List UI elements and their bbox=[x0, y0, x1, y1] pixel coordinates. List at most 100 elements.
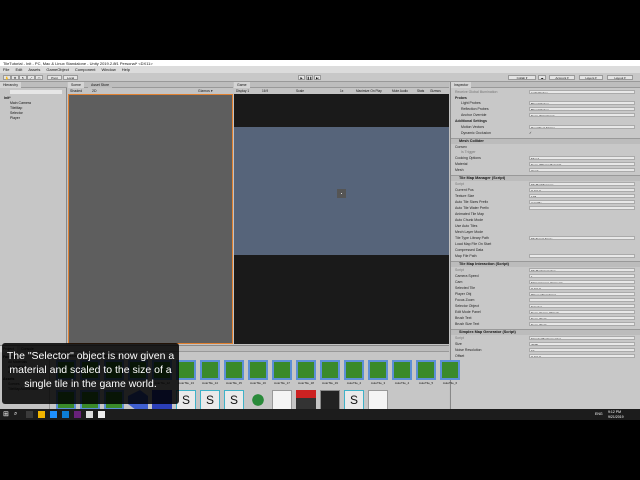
insp-value-dynamic-occlusion[interactable]: ✓ bbox=[529, 131, 532, 135]
2d-toggle[interactable]: 2D bbox=[92, 89, 96, 93]
mesh-collider-header[interactable]: Mesh Collider bbox=[451, 138, 640, 144]
asset-item[interactable]: AutoTile_18 bbox=[295, 360, 317, 386]
menu-help[interactable]: Help bbox=[122, 67, 130, 72]
tmi-value-cam[interactable]: Main Camera (Camera) bbox=[529, 280, 635, 284]
game-viewport[interactable] bbox=[234, 127, 449, 255]
simplex-map-generator-header[interactable]: Simplex Map Generator (Script) bbox=[451, 329, 640, 335]
hierarchy-item-main-camera[interactable]: Main Camera bbox=[10, 101, 31, 105]
tmi-value-selector-object[interactable]: Selector bbox=[529, 304, 635, 308]
asset-item[interactable]: AutoTile_3 bbox=[367, 360, 389, 386]
move-tool-button[interactable]: ✥ bbox=[11, 75, 19, 80]
tmi-value-brush-size-text[interactable]: None (Text) bbox=[529, 322, 635, 326]
cloud-icon[interactable]: ☁ bbox=[538, 75, 546, 80]
insp-value-light-probes[interactable]: Blend Probes bbox=[529, 101, 635, 105]
tmi-value-focus-zoom[interactable] bbox=[529, 298, 635, 302]
hierarchy-search-input[interactable] bbox=[10, 90, 62, 94]
tile-map-interaction-header[interactable]: Tile Map Interaction (Script) bbox=[451, 261, 640, 267]
tmm-label-auto-chunk-mode: Auto Chunk Mode bbox=[455, 218, 484, 222]
shading-mode-dropdown[interactable]: Shaded bbox=[70, 89, 82, 93]
edge-icon[interactable] bbox=[50, 411, 57, 418]
maximize-on-play-toggle[interactable]: Maximize On Play bbox=[356, 89, 382, 93]
tmi-value-edit-mode-panel[interactable]: None (Game Object) bbox=[529, 310, 635, 314]
display-dropdown[interactable]: Display 1 bbox=[236, 89, 249, 93]
menu-assets[interactable]: Assets bbox=[28, 67, 40, 72]
asset-item[interactable]: AutoTile_6 bbox=[439, 360, 461, 386]
insp-value-reflection-probes[interactable]: Blend Probes bbox=[529, 107, 635, 111]
asset-item[interactable]: AutoTile_15 bbox=[223, 360, 245, 386]
unity-hub-icon[interactable] bbox=[86, 411, 93, 418]
insp-section-additional-settings[interactable]: Additional Settings bbox=[455, 119, 487, 123]
rotate-tool-button[interactable]: ↻ bbox=[19, 75, 27, 80]
asset-item[interactable]: AutoTile_5 bbox=[415, 360, 437, 386]
hand-tool-button[interactable]: ✋ bbox=[3, 75, 11, 80]
mc-value-mesh[interactable]: Quad bbox=[529, 168, 635, 172]
mail-icon[interactable] bbox=[62, 411, 69, 418]
layout-dropdown[interactable]: Layout ▾ bbox=[607, 75, 633, 80]
insp-value-motion-vectors[interactable]: Per Object Motion bbox=[529, 125, 635, 129]
search-icon[interactable]: ⌕ bbox=[14, 411, 21, 418]
tab-inspector[interactable]: Inspector bbox=[451, 82, 472, 88]
tmi-value-player-obj[interactable]: Player (Transform) bbox=[529, 292, 635, 296]
tab-hierarchy[interactable]: Hierarchy bbox=[0, 82, 21, 88]
aspect-dropdown[interactable]: 16:9 bbox=[262, 89, 268, 93]
game-gizmos-toggle[interactable]: Gizmos bbox=[430, 89, 441, 93]
asset-item[interactable]: AutoTile_19 bbox=[319, 360, 341, 386]
step-button[interactable]: ▶| bbox=[314, 75, 321, 80]
menu-window[interactable]: Window bbox=[102, 67, 116, 72]
mc-value-cooking-options[interactable]: Mixed... bbox=[529, 156, 635, 160]
hierarchy-item-player[interactable]: Player bbox=[10, 116, 20, 120]
tmm-value-auto-tile-water-prefix[interactable] bbox=[529, 206, 635, 210]
windows-start-icon[interactable]: ⊞ bbox=[3, 411, 10, 418]
file-explorer-icon[interactable] bbox=[38, 411, 45, 418]
account-dropdown[interactable]: Account ▾ bbox=[549, 75, 575, 80]
menu-edit[interactable]: Edit bbox=[15, 67, 22, 72]
stats-toggle[interactable]: Stats bbox=[417, 89, 424, 93]
asset-item[interactable]: AutoTile_17 bbox=[271, 360, 293, 386]
rect-tool-button[interactable]: ▭ bbox=[35, 75, 43, 80]
tmi-value-camera-speed[interactable]: 1 bbox=[529, 274, 635, 278]
hierarchy-item-tilemap[interactable]: TileMap bbox=[10, 106, 22, 110]
tmm-label-script: Script bbox=[455, 182, 464, 186]
asset-item[interactable]: AutoTile_16 bbox=[247, 360, 269, 386]
mute-audio-toggle[interactable]: Mute Audio bbox=[392, 89, 408, 93]
layers-dropdown[interactable]: Layers ▾ bbox=[579, 75, 603, 80]
asset-item[interactable]: AutoTile_14 bbox=[199, 360, 221, 386]
play-button[interactable]: ▶ bbox=[298, 75, 305, 80]
asset-thumbnail bbox=[248, 360, 268, 380]
asset-item[interactable]: AutoTile_4 bbox=[391, 360, 413, 386]
clock-date[interactable]: 9/21/2019 bbox=[608, 415, 624, 419]
scene-viewport[interactable] bbox=[68, 94, 233, 344]
menu-file[interactable]: File bbox=[3, 67, 9, 72]
tmm-value-map-file-path[interactable] bbox=[529, 254, 635, 258]
task-view-icon[interactable] bbox=[26, 411, 33, 418]
tmm-value-texture-size[interactable]: 128 bbox=[529, 194, 635, 198]
tmm-value-auto-tile-sizes-prefix[interactable]: AutoTile_ bbox=[529, 200, 635, 204]
smg-value-offset[interactable]: X 0 Y 0 bbox=[529, 354, 635, 358]
scene-gizmos-dropdown[interactable]: Gizmos ▾ bbox=[198, 89, 213, 93]
menu-component[interactable]: Component bbox=[75, 67, 96, 72]
tmm-value-tile-type-library-path[interactable]: TileType/Library bbox=[529, 236, 635, 240]
local-toggle[interactable]: Local bbox=[63, 75, 78, 80]
hierarchy-item-selector[interactable]: Selector bbox=[10, 111, 23, 115]
smg-value-noise-resolution[interactable]: 10 bbox=[529, 348, 635, 352]
language-indicator[interactable]: ENG bbox=[595, 412, 603, 416]
collab-dropdown[interactable]: Collab ▾ bbox=[508, 75, 536, 80]
pause-button[interactable]: ❚❚ bbox=[306, 75, 313, 80]
tmi-value-brush-text[interactable]: None (Text) bbox=[529, 316, 635, 320]
tile-map-manager-header[interactable]: Tile Map Manager (Script) bbox=[451, 175, 640, 181]
tmi-value-selected-tile[interactable]: X 0 Y 0 bbox=[529, 286, 635, 290]
unity-editor-icon[interactable] bbox=[98, 411, 105, 418]
insp-section-probes[interactable]: Probes bbox=[455, 96, 467, 100]
asset-item[interactable]: AutoTile_2 bbox=[343, 360, 365, 386]
visual-studio-icon[interactable] bbox=[74, 411, 81, 418]
pivot-toggle[interactable]: Pivot bbox=[47, 75, 62, 80]
tmm-value-current-pos[interactable]: X 0 Y 0 bbox=[529, 188, 635, 192]
smg-value-size[interactable]: 2048 bbox=[529, 342, 635, 346]
menu-gameobject[interactable]: GameObject bbox=[46, 67, 68, 72]
scale-tool-button[interactable]: ⤢ bbox=[27, 75, 35, 80]
insp-value-receive-gi[interactable]: Light Probes bbox=[529, 90, 635, 94]
clock-time[interactable]: 9:12 PM bbox=[608, 410, 621, 414]
mc-value-material[interactable]: None (Physic Material) bbox=[529, 162, 635, 166]
hierarchy-scene-root[interactable]: Init* bbox=[4, 96, 11, 100]
insp-value-anchor-override[interactable]: None (Transform) bbox=[529, 113, 635, 117]
